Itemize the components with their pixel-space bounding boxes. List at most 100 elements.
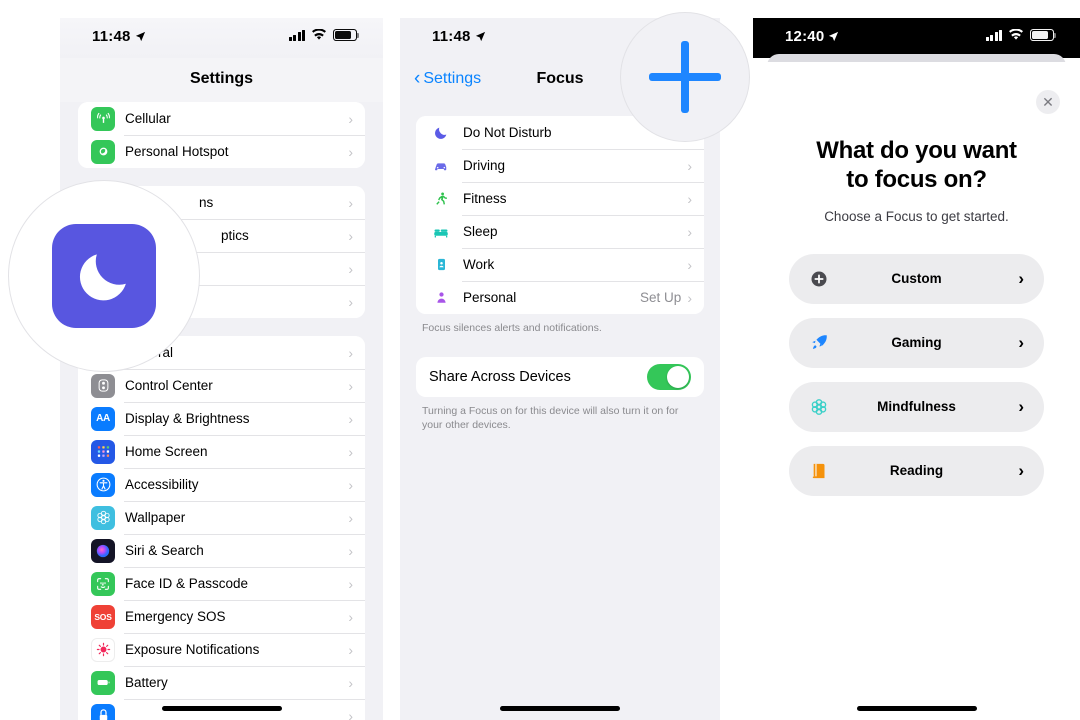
share-across-devices-label: Share Across Devices: [429, 369, 571, 386]
settings-row-label: Display & Brightness: [125, 411, 250, 426]
focus-card-custom[interactable]: Custom ›: [789, 253, 1044, 304]
location-arrow-icon: [829, 31, 839, 42]
chevron-right-icon: ›: [1018, 268, 1024, 288]
chevron-right-icon: ›: [348, 509, 353, 526]
focus-card-reading[interactable]: Reading ›: [789, 445, 1044, 496]
share-footnote: Turning a Focus on for this device will …: [422, 405, 679, 432]
battery-icon: [333, 29, 360, 41]
location-arrow-icon: [135, 31, 145, 42]
running-person-icon: [429, 187, 453, 211]
home-indicator: [500, 706, 620, 711]
close-icon[interactable]: ✕: [1036, 90, 1060, 114]
chevron-right-icon: ›: [687, 157, 692, 174]
chevron-right-icon: ›: [348, 410, 353, 427]
settings-row-label: Siri & Search: [125, 543, 204, 558]
wifi-icon: [312, 29, 326, 40]
settings-row-accessibility[interactable]: Accessibility ›: [78, 468, 365, 501]
chevron-right-icon: ›: [348, 575, 353, 592]
settings-nav-bar: Settings: [60, 58, 383, 102]
status-bar: 11:48: [60, 18, 383, 58]
chevron-right-icon: ›: [348, 443, 353, 460]
location-arrow-icon: [475, 31, 485, 42]
focus-card-mindfulness[interactable]: Mindfulness ›: [789, 381, 1044, 432]
chevron-right-icon: ›: [348, 260, 353, 277]
chevron-right-icon: ›: [348, 707, 353, 720]
home-indicator: [161, 706, 282, 711]
sheet-title-line2: to focus on?: [846, 166, 987, 194]
settings-row-cellular[interactable]: Cellular ›: [78, 102, 365, 135]
chevron-right-icon: ›: [687, 223, 692, 240]
settings-row-label: Accessibility: [125, 477, 199, 492]
id-badge-icon: [429, 253, 453, 277]
focus-card-gaming[interactable]: Gaming ›: [789, 317, 1044, 368]
focus-row-label: Sleep: [463, 224, 498, 239]
chevron-right-icon: ›: [348, 344, 353, 361]
screenshot-root: 11:48 Settings Cellular › Personal Hotsp…: [0, 0, 1080, 720]
settings-row-exposure-notifications[interactable]: Exposure Notifications ›: [78, 633, 365, 666]
settings-row-emergency-sos[interactable]: SOS Emergency SOS ›: [78, 600, 365, 633]
share-across-devices-toggle[interactable]: [647, 364, 691, 391]
bed-icon: [429, 220, 453, 244]
emergency-sos-icon: SOS: [91, 604, 115, 629]
control-center-icon: [91, 373, 115, 398]
focus-picker-sheet: ✕ What do you want to focus on? Choose a…: [753, 62, 1080, 720]
plus-icon: [649, 41, 721, 113]
battery-icon: [1030, 29, 1057, 41]
face-id-icon: [91, 571, 115, 596]
settings-row-label: Control Center: [125, 378, 213, 393]
focus-row-label: Driving: [463, 158, 506, 173]
chevron-right-icon: ›: [348, 674, 353, 691]
moon-icon: [429, 121, 453, 145]
chevron-right-icon: ›: [348, 377, 353, 394]
personal-hotspot-icon: [91, 139, 115, 164]
focus-row-fitness[interactable]: Fitness ›: [416, 182, 704, 215]
settings-group-system: General › Control Center › AA Display & …: [78, 336, 365, 720]
chevron-right-icon: ›: [1018, 396, 1024, 416]
focus-row-work[interactable]: Work ›: [416, 248, 704, 281]
status-bar-indicators: [288, 29, 360, 41]
accessibility-icon: [91, 472, 115, 497]
settings-row-display-brightness[interactable]: AA Display & Brightness ›: [78, 402, 365, 435]
phone-screenshot-focus-picker: 12:40 ✕ What do you want to focus on? Ch…: [753, 18, 1080, 720]
settings-row-label: Cellular: [125, 111, 171, 126]
chevron-right-icon: ›: [1018, 460, 1024, 480]
chevron-right-icon: ›: [348, 227, 353, 244]
settings-row-battery[interactable]: Battery ›: [78, 666, 365, 699]
settings-row-siri-search[interactable]: Siri & Search ›: [78, 534, 365, 567]
settings-row-label: Battery: [125, 675, 168, 690]
share-across-devices-row[interactable]: Share Across Devices: [416, 357, 704, 398]
focus-list-section: Do Not Disturb Driving › Fitness › Sleep…: [400, 116, 720, 433]
chevron-right-icon: ›: [348, 293, 353, 310]
settings-row-label: Personal Hotspot: [125, 144, 229, 159]
chevron-right-icon: ›: [348, 608, 353, 625]
focus-row-driving[interactable]: Driving ›: [416, 149, 704, 182]
status-bar-time-group: 12:40: [785, 28, 839, 45]
chevron-right-icon: ›: [348, 194, 353, 211]
sheet-subtitle: Choose a Focus to get started.: [824, 208, 1009, 224]
share-across-devices-group: Share Across Devices: [416, 357, 704, 398]
settings-row-wallpaper[interactable]: Wallpaper ›: [78, 501, 365, 534]
sheet-title-line1: What do you want: [816, 137, 1017, 164]
chevron-right-icon: ›: [687, 289, 692, 306]
chevron-right-icon: ›: [1018, 332, 1024, 352]
chevron-right-icon: ›: [348, 476, 353, 493]
focus-row-sleep[interactable]: Sleep ›: [416, 215, 704, 248]
focus-option-list: Custom › Gaming › Mindfulness › Reading …: [753, 253, 1080, 496]
focus-app-tile: [52, 224, 156, 328]
settings-row-face-id-passcode[interactable]: Face ID & Passcode ›: [78, 567, 365, 600]
settings-row-label: Emergency SOS: [125, 609, 226, 624]
focus-row-personal[interactable]: Personal Set Up ›: [416, 281, 704, 314]
exposure-notifications-icon: [91, 637, 115, 662]
cellular-bars-icon: [288, 29, 305, 41]
focus-picker-screen: 12:40 ✕ What do you want to focus on? Ch…: [753, 18, 1080, 720]
settings-row-home-screen[interactable]: Home Screen ›: [78, 435, 365, 468]
chevron-right-icon: ›: [348, 542, 353, 559]
settings-row-control-center[interactable]: Control Center ›: [78, 369, 365, 402]
focus-row-label: Work: [463, 257, 495, 272]
status-bar-time-group: 11:48: [92, 28, 146, 45]
wifi-icon: [1009, 29, 1023, 40]
status-bar: 12:40: [753, 18, 1080, 58]
home-screen-icon: [91, 439, 115, 464]
status-time: 11:48: [92, 28, 131, 45]
settings-row-personal-hotspot[interactable]: Personal Hotspot ›: [78, 135, 365, 168]
